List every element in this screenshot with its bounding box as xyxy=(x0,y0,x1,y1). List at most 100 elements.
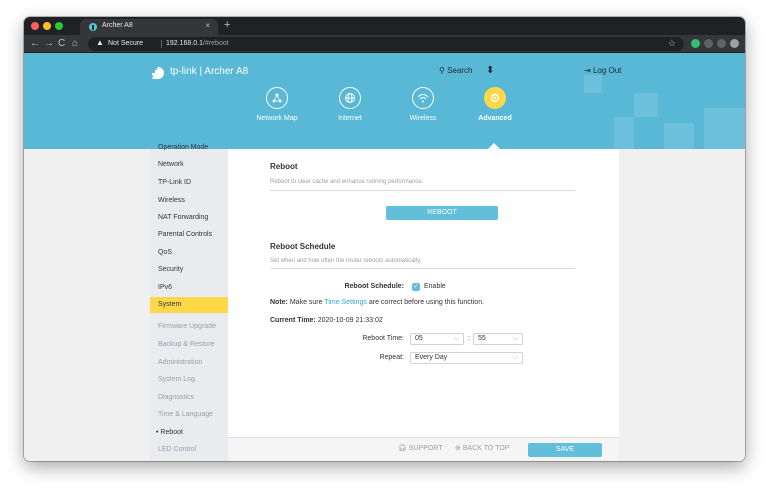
save-button[interactable]: SAVE xyxy=(528,443,602,457)
sidebar-subitem-reboot[interactable]: • Reboot xyxy=(150,425,228,441)
browser-tab-bar: Archer A8 × + xyxy=(24,17,745,35)
sidebar-subitem-diagnostics[interactable]: Diagnostics xyxy=(150,390,228,406)
sidebar-item-parental-controls[interactable]: Parental Controls xyxy=(150,227,228,243)
nav-advanced[interactable]: Advanced xyxy=(460,87,530,122)
nav-label: Advanced xyxy=(478,115,512,122)
profile-avatar-icon[interactable] xyxy=(730,39,739,48)
minimize-window-button[interactable] xyxy=(43,22,51,30)
search-label: Search xyxy=(447,66,473,75)
warning-triangle-icon[interactable]: ▲ xyxy=(96,38,104,47)
current-time-value: 2020-10-09 21:33:02 xyxy=(317,317,383,324)
nav-wireless[interactable]: Wireless xyxy=(388,87,458,122)
note-text-post: are correct before using this function. xyxy=(368,299,485,306)
reboot-time-label: Reboot Time: xyxy=(362,335,404,342)
nav-label: Internet xyxy=(338,115,362,122)
support-label: SUPPORT xyxy=(408,445,443,452)
note-bold: Note: xyxy=(270,299,288,306)
sidebar-item-qos[interactable]: QoS xyxy=(150,245,228,261)
nav-network-map[interactable]: Network Map xyxy=(242,87,312,122)
sidebar-subitem-time-language[interactable]: Time & Language xyxy=(150,407,228,423)
sidebar-item-ipv6[interactable]: IPv6 xyxy=(150,280,228,296)
sidebar-item-network[interactable]: Network xyxy=(150,157,228,173)
chevron-down-icon: ⌵ xyxy=(512,335,518,342)
tab-title: Archer A8 xyxy=(102,22,133,29)
address-bar[interactable]: ▲ Not Secure 192.168.0.1/#reboot ☆ xyxy=(88,37,684,51)
network-map-icon xyxy=(266,87,288,109)
browser-window: Archer A8 × + ← → C ⌂ ▲ Not Secure 192.1… xyxy=(24,17,745,461)
schedule-description: Set when and how often the router reboot… xyxy=(270,258,422,264)
close-window-button[interactable] xyxy=(31,22,39,30)
logout-button[interactable]: ⇥ Log Out xyxy=(584,66,621,75)
model-name: Archer A8 xyxy=(204,66,249,77)
repeat-select[interactable]: Every Day ⌵ xyxy=(410,352,523,364)
new-tab-button[interactable]: + xyxy=(224,19,230,31)
note-text-pre: Make sure xyxy=(289,299,323,306)
sidebar-item-security[interactable]: Security xyxy=(150,262,228,278)
enable-checkbox[interactable]: ✓ xyxy=(412,283,420,291)
decor-square xyxy=(664,123,694,149)
enable-label[interactable]: Enable xyxy=(424,283,446,290)
tplink-favicon-icon xyxy=(89,23,97,31)
extension-icon[interactable] xyxy=(717,39,726,48)
sort-updown-icon[interactable]: ⬍ xyxy=(486,65,494,76)
url-path: /#reboot xyxy=(202,40,229,47)
maximize-window-button[interactable] xyxy=(55,22,63,30)
browser-tab[interactable]: Archer A8 × xyxy=(80,19,218,35)
nav-label: Network Map xyxy=(256,115,298,122)
reboot-schedule-label: Reboot Schedule: xyxy=(344,283,404,290)
section-divider xyxy=(270,190,575,191)
minute-select[interactable]: 55 ⌵ xyxy=(473,333,523,345)
nav-internet[interactable]: Internet xyxy=(315,87,385,122)
extension-icon[interactable] xyxy=(704,39,713,48)
tplink-logo-icon xyxy=(152,67,164,79)
sidebar-item-nat-forwarding[interactable]: NAT Forwarding xyxy=(150,210,228,226)
repeat-label: Repeat: xyxy=(379,354,404,361)
time-separator: : xyxy=(468,335,470,342)
reboot-button[interactable]: REBOOT xyxy=(386,206,498,220)
brand-name: tp-link xyxy=(170,66,197,77)
forward-arrow-icon[interactable]: → xyxy=(44,38,54,49)
security-status[interactable]: Not Secure xyxy=(108,40,143,47)
sidebar-subitem-backup-restore[interactable]: Backup & Restore xyxy=(150,337,228,353)
sidebar-subitem-firmware-upgrade[interactable]: Firmware Upgrade xyxy=(150,319,228,335)
back-to-top-label: BACK TO TOP xyxy=(462,445,510,452)
hour-select[interactable]: 05 ⌵ xyxy=(410,333,464,345)
reboot-description: Reboot to clear cache and enhance runnin… xyxy=(270,179,424,185)
decor-square xyxy=(634,93,658,117)
reload-icon[interactable]: C xyxy=(58,38,65,49)
sidebar-item-operation-mode[interactable]: Operation Mode xyxy=(150,140,228,156)
logout-icon: ⇥ xyxy=(584,66,591,75)
wifi-icon xyxy=(412,87,434,109)
home-icon[interactable]: ⌂ xyxy=(72,38,78,49)
minute-value: 55 xyxy=(478,335,486,342)
url-text[interactable]: 192.168.0.1/#reboot xyxy=(166,40,229,47)
brand-logo: tp-link | Archer A8 xyxy=(170,66,248,77)
back-arrow-icon[interactable]: ← xyxy=(30,38,40,49)
repeat-value: Every Day xyxy=(415,354,448,361)
bookmark-star-icon[interactable]: ☆ xyxy=(668,38,676,49)
sidebar: Operation Mode Network TP-Link ID Wirele… xyxy=(150,144,228,461)
sidebar-subitem-system-log[interactable]: System Log xyxy=(150,372,228,388)
hour-value: 05 xyxy=(415,335,423,342)
support-link[interactable]: 🎧︎ SUPPORT xyxy=(398,444,443,452)
back-to-top-link[interactable]: ⊕ BACK TO TOP xyxy=(455,444,509,452)
time-settings-link[interactable]: Time Settings xyxy=(324,299,367,306)
arrow-up-circle-icon: ⊕ xyxy=(455,445,461,452)
page-footer: 🎧︎ SUPPORT ⊕ BACK TO TOP SAVE xyxy=(228,437,619,461)
browser-toolbar: ← → C ⌂ ▲ Not Secure 192.168.0.1/#reboot… xyxy=(24,35,745,53)
decor-square xyxy=(584,75,602,93)
sidebar-subitem-led-control[interactable]: LED Control xyxy=(150,442,228,458)
sidebar-item-system[interactable]: System xyxy=(150,297,228,313)
search-icon: ⚲ xyxy=(439,66,445,75)
gear-icon xyxy=(484,87,506,109)
sidebar-item-wireless[interactable]: Wireless xyxy=(150,193,228,209)
extension-icon[interactable] xyxy=(691,39,700,48)
current-time-label: Current Time: xyxy=(270,317,316,324)
headset-icon: 🎧︎ xyxy=(398,445,407,452)
tab-close-icon[interactable]: × xyxy=(205,21,210,30)
sidebar-item-tplink-id[interactable]: TP-Link ID xyxy=(150,175,228,191)
search-button[interactable]: ⚲ Search xyxy=(439,66,472,75)
decor-square xyxy=(614,117,634,149)
sidebar-subitem-administration[interactable]: Administration xyxy=(150,355,228,371)
address-separator xyxy=(161,40,162,48)
